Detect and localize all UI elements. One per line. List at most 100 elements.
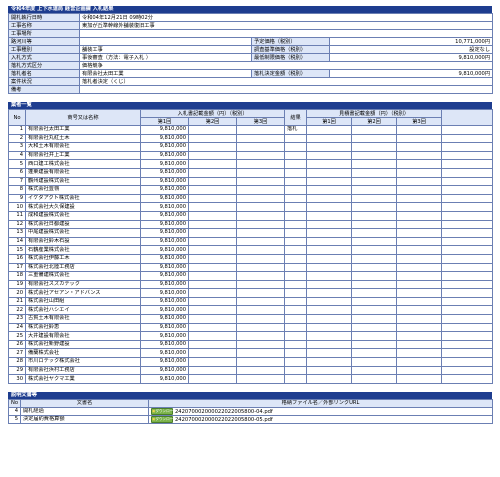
est-third-amount xyxy=(396,314,443,324)
info-label: 入札方式 xyxy=(8,53,80,62)
bid-third-amount xyxy=(235,374,286,384)
bid-third-amount xyxy=(235,288,286,298)
bidder-name: 鶴州建設株式会社 xyxy=(25,176,141,187)
row-blank xyxy=(441,262,494,273)
info-row: 入札方式 事後審査（方法：電子入札 ）最低制限価格（税別） 9,810,000円 xyxy=(8,53,494,62)
est-third-amount xyxy=(396,271,443,281)
bid-result xyxy=(284,262,308,273)
bidder-name: 株式会社新野建設 xyxy=(25,339,141,350)
est-first-amount xyxy=(306,202,353,212)
col-bid-second: 第2回 xyxy=(188,117,237,126)
row-blank xyxy=(441,348,494,359)
est-third-amount xyxy=(396,253,443,264)
doc-name: 決定届約費格算額 xyxy=(20,414,149,424)
est-first-amount xyxy=(306,150,353,161)
row-blank xyxy=(441,245,494,255)
bidder-no: 3 xyxy=(8,142,26,152)
bid-result xyxy=(284,279,308,290)
bidder-name: 西口建工株式会社 xyxy=(25,159,141,169)
est-first-amount xyxy=(306,279,353,290)
est-second-amount xyxy=(351,322,398,333)
bidder-no: 30 xyxy=(8,374,26,384)
table-row: 11 成和建設株式会社 9,810,000 xyxy=(8,210,494,221)
info-label-2: 落札決定金額（税別） xyxy=(251,69,330,78)
bid-first-amount: 9,810,000 xyxy=(140,322,189,333)
est-first-amount xyxy=(306,236,353,247)
bid-third-amount xyxy=(235,262,286,273)
download-button[interactable]: ▣ダウンロード xyxy=(151,416,177,423)
bidder-no: 25 xyxy=(8,331,26,341)
bidder-name: 有限会社スズカテック xyxy=(25,279,141,290)
bidders-table: No 商号又は名称 入札書記載金額（円）（税別） 結果 見積書記載金額（円）（税… xyxy=(8,109,494,384)
table-row: 15 石鶴産業株式会社 9,810,000 xyxy=(8,245,494,255)
est-first-amount xyxy=(306,185,353,195)
bid-second-amount xyxy=(188,305,237,316)
bid-second-amount xyxy=(188,125,237,135)
est-third-amount xyxy=(396,236,443,247)
bidder-name: 中尾建設株式会社 xyxy=(25,228,141,238)
download-button[interactable]: ▣ダウンロード xyxy=(151,408,177,415)
row-blank xyxy=(441,314,494,324)
table-row: 21 株式会社山田組 9,810,000 xyxy=(8,296,494,307)
bidder-name: 株式会社伊藤工木 xyxy=(25,253,141,264)
bid-first-amount: 9,810,000 xyxy=(140,185,189,195)
bid-second-amount xyxy=(188,357,237,367)
bid-second-amount xyxy=(188,348,237,359)
col-no: No xyxy=(8,109,26,126)
bid-first-amount: 9,810,000 xyxy=(140,159,189,169)
bidder-no: 29 xyxy=(8,365,26,376)
bidder-no: 2 xyxy=(8,133,26,144)
bid-third-amount xyxy=(235,167,286,178)
bid-result xyxy=(284,253,308,264)
bid-result xyxy=(284,271,308,281)
table-row: 16 株式会社伊藤工木 9,810,000 xyxy=(8,253,494,264)
bidder-name: 成和建設株式会社 xyxy=(25,210,141,221)
bidder-no: 1 xyxy=(8,125,26,135)
info-row: 案件状況 落札者決定（くじ） xyxy=(8,77,494,86)
row-blank xyxy=(441,296,494,307)
bid-result xyxy=(284,357,308,367)
col-bid-third: 第3回 xyxy=(235,117,286,126)
bid-second-amount xyxy=(188,339,237,350)
bidder-no: 10 xyxy=(8,202,26,212)
info-label: 落札者名 xyxy=(8,69,80,78)
row-blank xyxy=(441,279,494,290)
bidder-no: 11 xyxy=(8,210,26,221)
list-item: 5 決定届約費格算額 ▣ダウンロード242070002000022022005800… xyxy=(8,414,493,424)
bid-second-amount xyxy=(188,159,237,169)
bid-first-amount: 9,810,000 xyxy=(140,219,189,230)
docs-col-name: 文書名 xyxy=(20,398,149,408)
table-row: 6 蓬莱建設有限会社 9,810,000 xyxy=(8,167,494,178)
table-row: 18 三重備建株式会社 9,810,000 xyxy=(8,271,494,281)
bidder-no: 18 xyxy=(8,271,26,281)
bid-first-amount: 9,810,000 xyxy=(140,331,189,341)
bid-third-amount xyxy=(235,365,286,376)
est-second-amount xyxy=(351,133,398,144)
info-label-2: 予定価格（税別） xyxy=(251,37,330,46)
bid-second-amount xyxy=(188,167,237,178)
bidder-name: イケダアクト株式会社 xyxy=(25,193,141,204)
col-est-first: 第1回 xyxy=(306,117,353,126)
table-row: 5 西口建工株式会社 9,810,000 xyxy=(8,159,494,169)
bidder-no: 21 xyxy=(8,296,26,307)
bid-first-amount: 9,810,000 xyxy=(140,133,189,144)
bid-second-amount xyxy=(188,253,237,264)
row-blank xyxy=(441,305,494,316)
est-second-amount xyxy=(351,271,398,281)
bid-result xyxy=(284,210,308,221)
bid-result xyxy=(284,305,308,316)
bidder-no: 17 xyxy=(8,262,26,273)
est-third-amount xyxy=(396,374,443,384)
bid-second-amount xyxy=(188,219,237,230)
bid-first-amount: 9,810,000 xyxy=(140,210,189,221)
table-row: 8 株式会社豊嶺 9,810,000 xyxy=(8,185,494,195)
bidder-name: 石鶴産業株式会社 xyxy=(25,245,141,255)
doc-file-link[interactable]: 242070002000022022005800-05.pdf xyxy=(175,417,273,423)
bidder-no: 20 xyxy=(8,288,26,298)
table-row: 22 株式会社ハシエイ 9,810,000 xyxy=(8,305,494,316)
bidder-no: 16 xyxy=(8,253,26,264)
doc-file-link[interactable]: 242070002000022022005800-04.pdf xyxy=(175,409,273,415)
table-row: 9 イケダアクト株式会社 9,810,000 xyxy=(8,193,494,204)
bidder-name: 蓬莱建設有限会社 xyxy=(25,167,141,178)
bid-third-amount xyxy=(235,210,286,221)
